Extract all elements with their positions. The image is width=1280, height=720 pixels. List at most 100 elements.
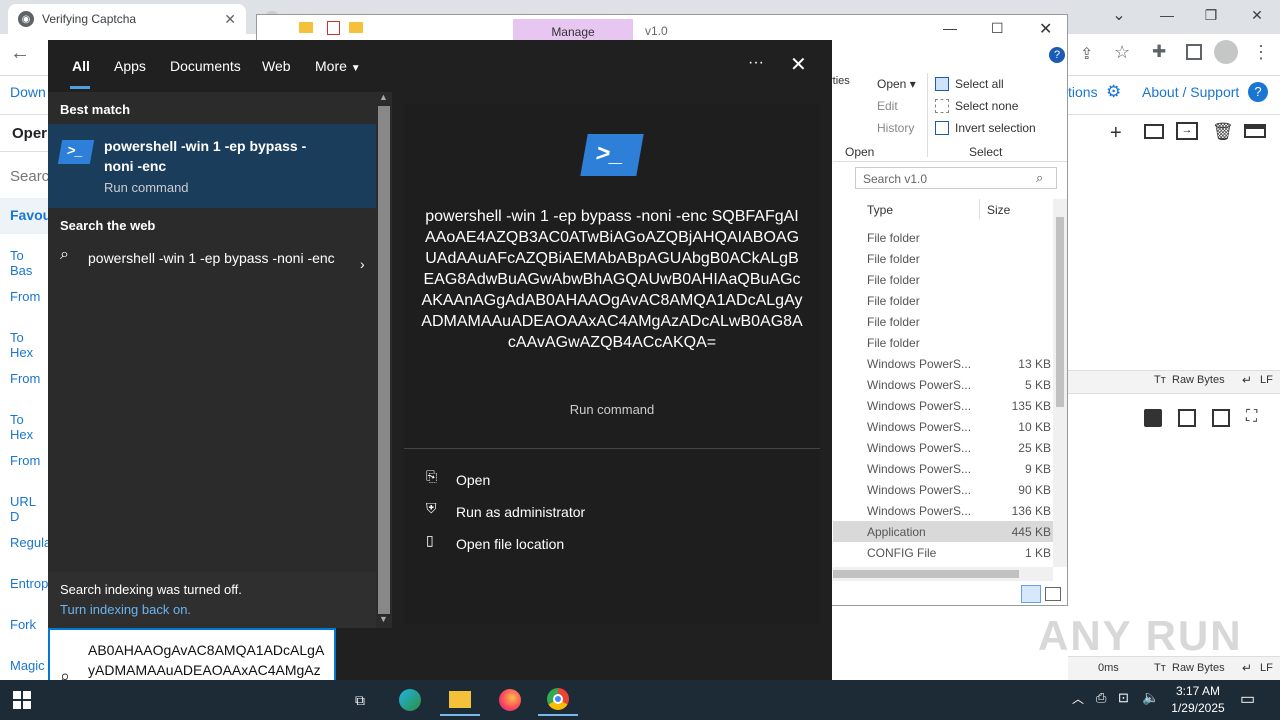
load-icon[interactable]: →	[1176, 122, 1198, 140]
back-arrow-icon[interactable]: ←	[10, 42, 30, 65]
op-from[interactable]: From	[10, 371, 40, 386]
tt-icon[interactable]: Tт	[1154, 374, 1166, 386]
extensions-icon[interactable]: ✚	[1152, 42, 1166, 62]
chevron-up-icon[interactable]: ︿	[1072, 690, 1084, 707]
options-link[interactable]: tions	[1068, 84, 1098, 100]
firefox-icon[interactable]	[490, 684, 530, 716]
properties-icon[interactable]	[327, 21, 340, 35]
close-window-icon[interactable]: ✕	[1234, 0, 1280, 30]
device-icon[interactable]: ⎙	[1096, 690, 1106, 706]
lf-label[interactable]: LF	[1260, 374, 1273, 386]
file-row[interactable]: Windows PowerS... 9 KB	[833, 458, 1053, 479]
file-explorer-icon[interactable]	[440, 684, 480, 716]
edge-icon[interactable]	[390, 684, 430, 716]
file-row[interactable]: Windows PowerS... 135 KB	[833, 395, 1053, 416]
file-row[interactable]: File folder	[833, 248, 1053, 269]
large-icons-view-icon[interactable]	[1045, 587, 1061, 601]
clock-date[interactable]: 1/29/2025	[1162, 701, 1234, 715]
explorer-search-input[interactable]: Search v1.0 ⌕	[855, 167, 1057, 189]
help-icon[interactable]: ?	[1248, 82, 1268, 102]
tab-more[interactable]: More ▼	[315, 58, 361, 74]
scroll-down-icon[interactable]: ▼	[379, 614, 388, 624]
tab-web[interactable]: Web	[262, 58, 291, 74]
raw-bytes-label[interactable]: Raw Bytes	[1172, 374, 1225, 386]
profile-avatar[interactable]	[1214, 40, 1238, 64]
raw-bytes-label[interactable]: Raw Bytes	[1172, 662, 1225, 674]
minimize-icon[interactable]: —	[1144, 0, 1190, 30]
bookmark-star-icon[interactable]: ☆	[1114, 42, 1130, 63]
help-icon[interactable]: ?	[1049, 47, 1065, 63]
op-to-hex[interactable]: To Hex	[10, 330, 48, 360]
notification-icon[interactable]: ▭	[1240, 689, 1255, 709]
download-link[interactable]: Down	[10, 84, 46, 100]
copy-icon[interactable]	[1178, 409, 1196, 427]
action-open[interactable]: ⎘ Open	[404, 466, 820, 494]
layout-icon[interactable]	[1244, 124, 1266, 138]
tab-apps[interactable]: Apps	[114, 58, 146, 74]
select-none-button[interactable]: Select none	[955, 99, 1018, 113]
tab-close-icon[interactable]: ✕	[224, 11, 236, 28]
file-row[interactable]: Windows PowerS... 90 KB	[833, 479, 1053, 500]
properties-label[interactable]: rties	[829, 75, 850, 87]
trash-icon[interactable]: 🗑	[1212, 122, 1234, 142]
type-column-header[interactable]: Type	[867, 203, 893, 217]
windows-start-icon[interactable]	[2, 684, 42, 716]
share-icon[interactable]: ⇪	[1080, 44, 1093, 64]
edit-button[interactable]: Edit	[877, 99, 898, 113]
scroll-thumb[interactable]	[833, 570, 1019, 578]
action-open-file-location[interactable]: ▯ Open file location	[404, 530, 820, 558]
gear-icon[interactable]: ⚙	[1106, 82, 1121, 102]
best-match-result[interactable]: >_ powershell -win 1 -ep bypass -noni -e…	[48, 124, 376, 208]
manage-tab[interactable]: Manage	[513, 19, 633, 41]
volume-icon[interactable]: 🔈	[1142, 689, 1159, 706]
history-button[interactable]: History	[877, 121, 914, 135]
size-column-header[interactable]: Size	[987, 203, 1010, 217]
op-url-decode[interactable]: URL D	[10, 494, 48, 524]
file-row[interactable]: Application 445 KB	[833, 521, 1053, 542]
file-row[interactable]: Windows PowerS... 136 KB	[833, 500, 1053, 521]
file-row[interactable]: Windows PowerS... 13 KB	[833, 353, 1053, 374]
results-scrollbar[interactable]: ▲ ▼	[376, 92, 392, 628]
invert-selection-button[interactable]: Invert selection	[955, 121, 1036, 135]
op-fork[interactable]: Fork	[10, 617, 36, 632]
action-run-as-admin[interactable]: ⛨ Run as administrator	[404, 498, 820, 526]
op-to-base[interactable]: To Bas	[10, 248, 48, 278]
close-icon[interactable]: ✕	[790, 52, 807, 77]
folder-icon[interactable]	[1144, 124, 1164, 139]
favourites-category[interactable]: Favou	[0, 198, 51, 234]
maximize-icon[interactable]: ⛶	[1246, 408, 1257, 426]
vertical-scrollbar[interactable]	[1053, 199, 1067, 567]
side-panel-icon[interactable]	[1186, 44, 1202, 60]
chrome-icon[interactable]	[538, 684, 578, 716]
op-to-hex[interactable]: To Hex	[10, 412, 48, 442]
add-icon[interactable]: +	[1110, 122, 1122, 145]
turn-indexing-on-link[interactable]: Turn indexing back on.	[60, 602, 191, 617]
replace-input-icon[interactable]	[1212, 409, 1230, 427]
horizontal-scrollbar[interactable]	[833, 567, 1053, 581]
minimize-icon[interactable]: —	[943, 20, 957, 36]
close-icon[interactable]: ✕	[1039, 19, 1052, 39]
file-row[interactable]: Windows PowerS... 5 KB	[833, 374, 1053, 395]
op-entropy[interactable]: Entrop	[10, 576, 48, 591]
op-from[interactable]: From	[10, 453, 40, 468]
task-view-icon[interactable]: ⧉	[340, 684, 380, 716]
restore-icon[interactable]: ❐	[1188, 0, 1234, 30]
about-support-link[interactable]: About / Support	[1142, 84, 1239, 100]
file-row[interactable]: Windows PowerS... 10 KB	[833, 416, 1053, 437]
network-icon[interactable]: ⊡	[1118, 690, 1129, 706]
op-from[interactable]: From	[10, 289, 40, 304]
file-row[interactable]: File folder	[833, 290, 1053, 311]
tab-verifying-captcha[interactable]: ◉ Verifying Captcha ✕	[8, 4, 246, 34]
op-regular-expression[interactable]: Regula	[10, 535, 51, 550]
menu-dots-icon[interactable]: ⋮	[1252, 42, 1270, 63]
file-row[interactable]: File folder	[833, 311, 1053, 332]
scroll-thumb[interactable]	[1056, 217, 1064, 407]
scroll-thumb[interactable]	[378, 106, 390, 614]
tt-icon[interactable]: Tт	[1154, 662, 1166, 674]
file-row[interactable]: File folder	[833, 227, 1053, 248]
file-row[interactable]: CONFIG File 1 KB	[833, 542, 1053, 563]
open-button[interactable]: Open ▾	[859, 77, 916, 91]
tab-documents[interactable]: Documents	[170, 58, 241, 74]
file-row[interactable]: File folder	[833, 269, 1053, 290]
new-folder-icon[interactable]	[349, 22, 363, 33]
